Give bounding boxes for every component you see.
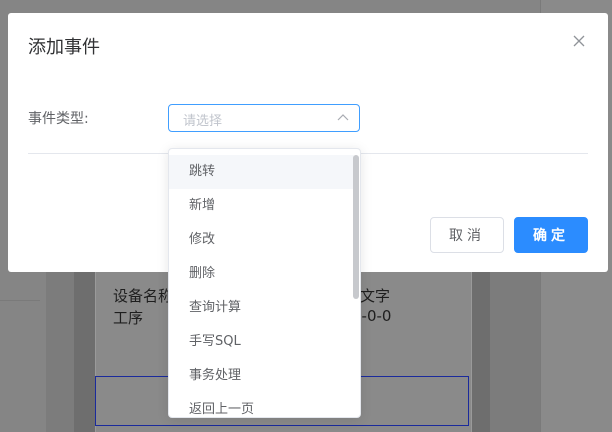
close-icon[interactable] <box>571 33 587 49</box>
event-type-select[interactable]: 请选择 <box>168 104 360 132</box>
select-placeholder: 请选择 <box>183 114 223 129</box>
event-type-dropdown: 跳转 新增 修改 删除 查询计算 手写SQL 事务处理 返回上一页 <box>168 148 361 418</box>
option-transaction[interactable]: 事务处理 <box>169 359 354 393</box>
device-name-label: 设备名称 <box>113 287 174 305</box>
option-query-calc[interactable]: 查询计算 <box>169 291 354 325</box>
text-field-label: 文字 <box>360 287 391 305</box>
event-type-label: 事件类型: <box>28 111 89 127</box>
dropdown-scrollbar[interactable] <box>353 155 359 299</box>
process-label: 工序 <box>113 309 144 327</box>
option-list: 跳转 新增 修改 删除 查询计算 手写SQL 事务处理 返回上一页 <box>169 155 354 417</box>
left-divider <box>0 300 40 301</box>
option-add[interactable]: 新增 <box>169 189 354 223</box>
option-go-back[interactable]: 返回上一页 <box>169 393 354 417</box>
option-handwritten-sql[interactable]: 手写SQL <box>169 325 354 359</box>
option-modify[interactable]: 修改 <box>169 223 354 257</box>
option-jump[interactable]: 跳转 <box>169 155 354 189</box>
chevron-up-icon <box>337 114 349 121</box>
cancel-button[interactable]: 取消 <box>430 217 504 253</box>
confirm-button[interactable]: 确定 <box>514 217 588 253</box>
option-delete[interactable]: 删除 <box>169 257 354 291</box>
dialog-title: 添加事件 <box>28 37 100 58</box>
